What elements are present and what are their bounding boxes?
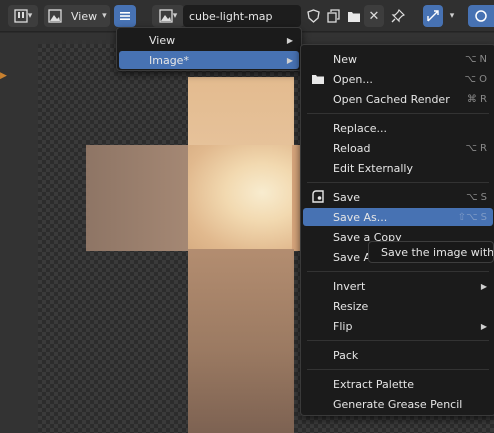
menu-button[interactable] (114, 5, 136, 27)
region-toggle-icon[interactable]: ▶ (0, 71, 7, 81)
menu-item-open[interactable]: Open... ⌥ O (303, 70, 493, 88)
menu-item-edit-externally[interactable]: Edit Externally (303, 159, 493, 177)
chevron-down-icon: ▾ (102, 11, 107, 21)
pin-button[interactable] (388, 5, 408, 27)
shortcut: ⌥ R (465, 142, 487, 154)
menu-item-label: View (149, 33, 176, 47)
texture-face-front (188, 145, 294, 251)
menu-separator (307, 271, 489, 272)
menu-item-label: Pack (333, 348, 359, 362)
shortcut: ⌥ N (464, 53, 487, 65)
menu-item-generate-grease-pencil[interactable]: Generate Grease Pencil (303, 395, 493, 413)
menu-item-pack[interactable]: Pack (303, 346, 493, 364)
menu-separator (307, 113, 489, 114)
menu-item-label: Open Cached Render (333, 92, 450, 106)
open-image-button[interactable] (344, 5, 364, 27)
image-name: cube-light-map (189, 9, 273, 23)
texture-face-top (188, 77, 294, 147)
menu-separator (307, 369, 489, 370)
menu-item-label: Save (333, 190, 361, 204)
submenu-arrow-icon: ▶ (286, 35, 293, 45)
menu-item-label: Resize (333, 299, 369, 313)
image-browse-button[interactable]: ▾ (152, 5, 184, 27)
menu-item-open-cached-render[interactable]: Open Cached Render ⌘ R (303, 90, 493, 108)
menu-item-invert[interactable]: Invert ▶ (303, 277, 493, 295)
menu-item-label: Image* (149, 53, 189, 67)
close-icon: ✕ (368, 8, 380, 24)
view-label: View (71, 9, 98, 23)
menu-item-new[interactable]: New ⌥ N (303, 50, 493, 68)
submenu-arrow-icon: ▶ (480, 321, 487, 331)
menu-item-label: Flip (333, 319, 353, 333)
menu-item-label: Replace... (333, 121, 388, 135)
menu-item-view[interactable]: View ▶ (119, 31, 299, 49)
menu-item-save[interactable]: Save ⌥ S (303, 188, 493, 206)
menu-item-label: Reload (333, 141, 371, 155)
menu-item-reload[interactable]: Reload ⌥ R (303, 139, 493, 157)
unlink-button[interactable]: ✕ (364, 5, 384, 27)
duplicate-button[interactable] (324, 5, 344, 27)
editor-type-button[interactable]: ▾ (8, 5, 38, 27)
menu-item-label: Edit Externally (333, 161, 414, 175)
menu-item-resize[interactable]: Resize (303, 297, 493, 315)
menu-item-replace[interactable]: Replace... (303, 119, 493, 137)
shortcut: ⌥ O (464, 73, 487, 85)
shield-icon (306, 9, 320, 23)
texture-face-right (292, 145, 300, 251)
menu-item-save-as[interactable]: Save As... ⇧⌥ S (303, 208, 493, 226)
menu-item-label: Save A (333, 250, 372, 264)
menu-item-label: Invert (333, 279, 366, 293)
overlay-toggle-button[interactable] (468, 5, 494, 27)
menu-item-flip[interactable]: Flip ▶ (303, 317, 493, 335)
chevron-down-icon: ▾ (172, 11, 178, 21)
menu-separator (307, 182, 489, 183)
image-editor-icon (14, 9, 28, 23)
gizmo-toggle-button[interactable] (423, 5, 443, 27)
image-submenu: New ⌥ N Open... ⌥ O Open Cached Render ⌘… (300, 44, 494, 416)
menu-item-label: Extract Palette (333, 377, 414, 391)
texture-face-bottom (188, 249, 294, 433)
texture-face-left (86, 145, 190, 251)
save-icon (312, 190, 324, 203)
view-mode-dropdown[interactable]: View ▾ (44, 5, 110, 27)
folder-icon (348, 11, 360, 22)
menu-item-extract-palette[interactable]: Extract Palette (303, 375, 493, 393)
submenu-arrow-icon: ▶ (286, 55, 293, 65)
shortcut: ⌘ R (466, 93, 487, 105)
shortcut: ⇧⌥ S (457, 211, 487, 223)
tooltip: Save the image with ar (368, 241, 494, 263)
gizmo-dropdown[interactable]: ▾ (444, 5, 460, 27)
hamburger-icon (120, 12, 130, 20)
submenu-arrow-icon: ▶ (480, 281, 487, 291)
overlay-icon (475, 10, 487, 22)
menu-item-image[interactable]: Image* ▶ (119, 51, 299, 69)
gizmo-icon (427, 10, 439, 22)
shortcut: ⌥ S (465, 191, 487, 203)
fake-user-button[interactable] (303, 5, 323, 27)
chevron-down-icon: ▾ (27, 11, 33, 21)
menu-item-label: Save As... (333, 210, 388, 224)
image-name-field[interactable]: cube-light-map (183, 5, 301, 27)
chevron-down-icon: ▾ (449, 11, 455, 21)
menu-separator (307, 340, 489, 341)
menu-item-label: Generate Grease Pencil (333, 397, 463, 411)
folder-icon (312, 75, 324, 84)
image-icon (159, 9, 173, 23)
menu-item-label: Open... (333, 72, 373, 86)
pin-icon (391, 9, 405, 23)
duplicate-icon (327, 9, 340, 23)
image-icon (48, 9, 62, 23)
menu-item-label: New (333, 52, 357, 66)
header-menu: View ▶ Image* ▶ (116, 27, 302, 71)
